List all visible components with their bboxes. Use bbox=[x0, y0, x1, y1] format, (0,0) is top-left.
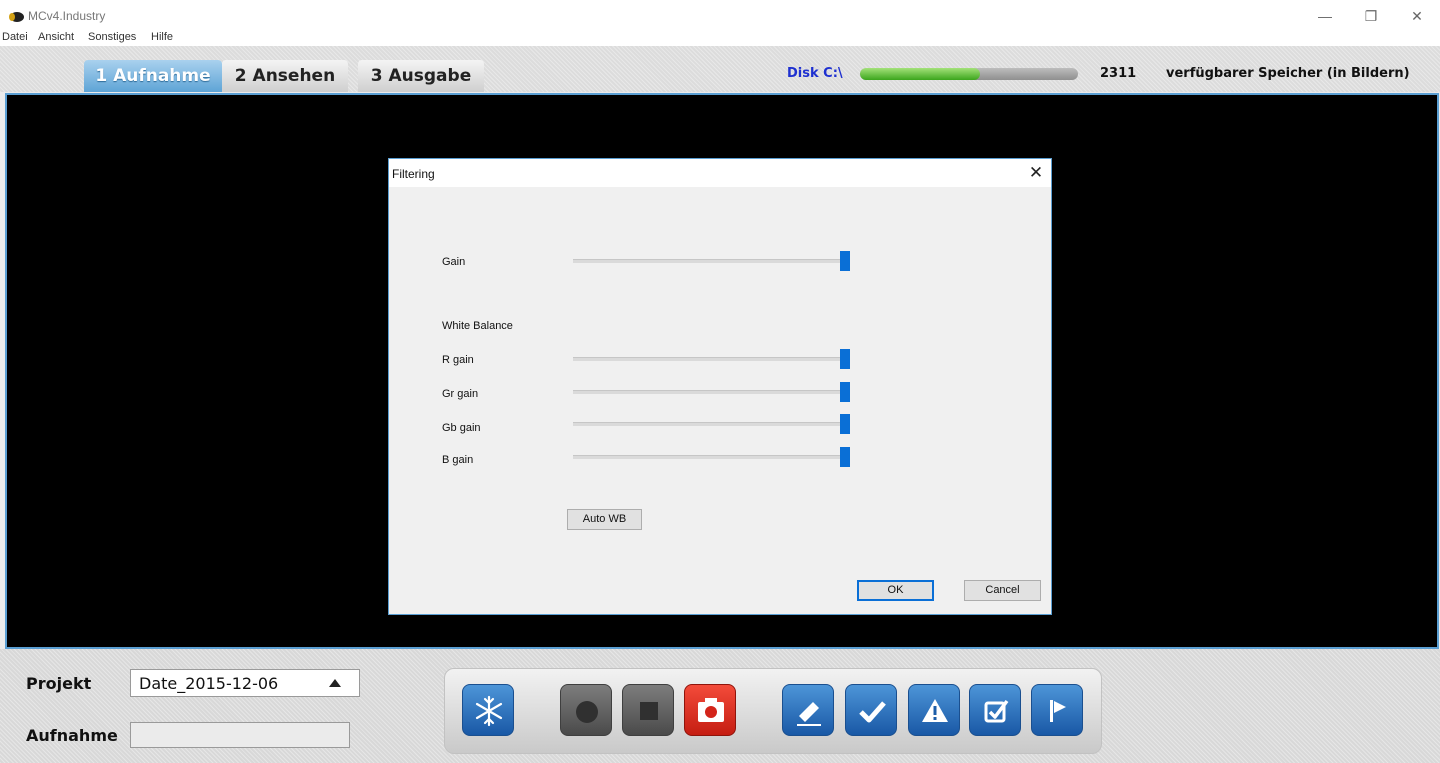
projekt-value: Date_2015-12-06 bbox=[139, 674, 279, 693]
snowflake-icon bbox=[475, 695, 503, 727]
disk-usage-fill bbox=[860, 68, 980, 80]
projekt-select[interactable]: Date_2015-12-06 bbox=[130, 669, 360, 697]
auto-wb-button[interactable]: Auto WB bbox=[567, 509, 642, 530]
dialog-title-bar: Filtering ✕ bbox=[389, 159, 1051, 187]
available-description: verfügbarer Speicher (in Bildern) bbox=[1166, 66, 1410, 81]
disk-label: Disk C:\ bbox=[787, 66, 843, 81]
r-gain-label: R gain bbox=[442, 354, 474, 366]
aufnahme-label: Aufnahme bbox=[26, 726, 118, 745]
b-gain-label: B gain bbox=[442, 454, 474, 466]
gain-label: Gain bbox=[442, 256, 466, 268]
tab-ansehen[interactable]: 2 Ansehen bbox=[222, 60, 348, 92]
checkbox-icon bbox=[984, 699, 1009, 723]
gain-slider[interactable] bbox=[573, 251, 850, 271]
snapshot-button[interactable] bbox=[684, 684, 736, 736]
available-count: 2311 bbox=[1100, 66, 1137, 81]
slider-thumb[interactable] bbox=[840, 414, 850, 434]
gb-gain-label: Gb gain bbox=[442, 422, 481, 434]
slider-thumb[interactable] bbox=[840, 447, 850, 467]
camera-icon bbox=[698, 698, 724, 722]
r-gain-slider[interactable] bbox=[573, 349, 850, 369]
stop-button[interactable] bbox=[622, 684, 674, 736]
freeze-button[interactable] bbox=[462, 684, 514, 736]
dialog-title: Filtering bbox=[392, 167, 435, 181]
warning-icon bbox=[922, 699, 948, 722]
slider-track bbox=[573, 357, 845, 361]
record-icon bbox=[576, 701, 598, 723]
ok-button[interactable]: OK bbox=[857, 580, 934, 601]
minimize-button[interactable]: — bbox=[1302, 2, 1348, 30]
maximize-button[interactable]: ❐ bbox=[1348, 2, 1394, 30]
dialog-close-icon[interactable]: ✕ bbox=[1025, 161, 1047, 185]
slider-track bbox=[573, 259, 845, 263]
projekt-label: Projekt bbox=[26, 674, 92, 693]
gb-gain-slider[interactable] bbox=[573, 414, 850, 434]
b-gain-slider[interactable] bbox=[573, 447, 850, 467]
cancel-button[interactable]: Cancel bbox=[964, 580, 1041, 601]
warning-button[interactable] bbox=[908, 684, 960, 736]
slider-thumb[interactable] bbox=[840, 382, 850, 402]
eraser-button[interactable] bbox=[782, 684, 834, 736]
disk-usage-bar bbox=[860, 68, 1078, 80]
checkbox-button[interactable] bbox=[969, 684, 1021, 736]
menu-ansicht[interactable]: Ansicht bbox=[38, 31, 74, 43]
record-button[interactable] bbox=[560, 684, 612, 736]
app-title: MCv4.Industry bbox=[28, 9, 106, 23]
menu-sonstiges[interactable]: Sonstiges bbox=[88, 31, 136, 43]
menu-bar: Datei Ansicht Sonstiges Hilfe bbox=[0, 30, 1440, 46]
title-bar: MCv4.Industry — ❐ ✕ bbox=[0, 0, 1440, 30]
slider-thumb[interactable] bbox=[840, 251, 850, 271]
gr-gain-slider[interactable] bbox=[573, 382, 850, 402]
gr-gain-label: Gr gain bbox=[442, 388, 479, 400]
eraser-icon bbox=[797, 702, 821, 726]
menu-datei[interactable]: Datei bbox=[2, 31, 28, 43]
check-icon bbox=[859, 701, 886, 723]
slider-track bbox=[573, 455, 845, 459]
app-logo-icon bbox=[8, 10, 24, 22]
close-window-button[interactable]: ✕ bbox=[1394, 2, 1440, 30]
slider-track bbox=[573, 390, 845, 394]
filtering-dialog: Filtering ✕ Gain White Balance R gain Gr… bbox=[388, 158, 1052, 615]
flag-icon bbox=[1050, 700, 1066, 722]
slider-track bbox=[573, 422, 845, 426]
flag-button[interactable] bbox=[1031, 684, 1083, 736]
menu-hilfe[interactable]: Hilfe bbox=[151, 31, 173, 43]
tab-aufnahme[interactable]: 1 Aufnahme bbox=[84, 60, 222, 92]
slider-thumb[interactable] bbox=[840, 349, 850, 369]
aufnahme-field[interactable] bbox=[130, 722, 350, 748]
check-button[interactable] bbox=[845, 684, 897, 736]
stop-icon bbox=[640, 702, 658, 720]
white-balance-label: White Balance bbox=[442, 320, 513, 332]
dropdown-arrow-icon[interactable] bbox=[329, 679, 341, 687]
tab-ausgabe[interactable]: 3 Ausgabe bbox=[358, 60, 484, 92]
